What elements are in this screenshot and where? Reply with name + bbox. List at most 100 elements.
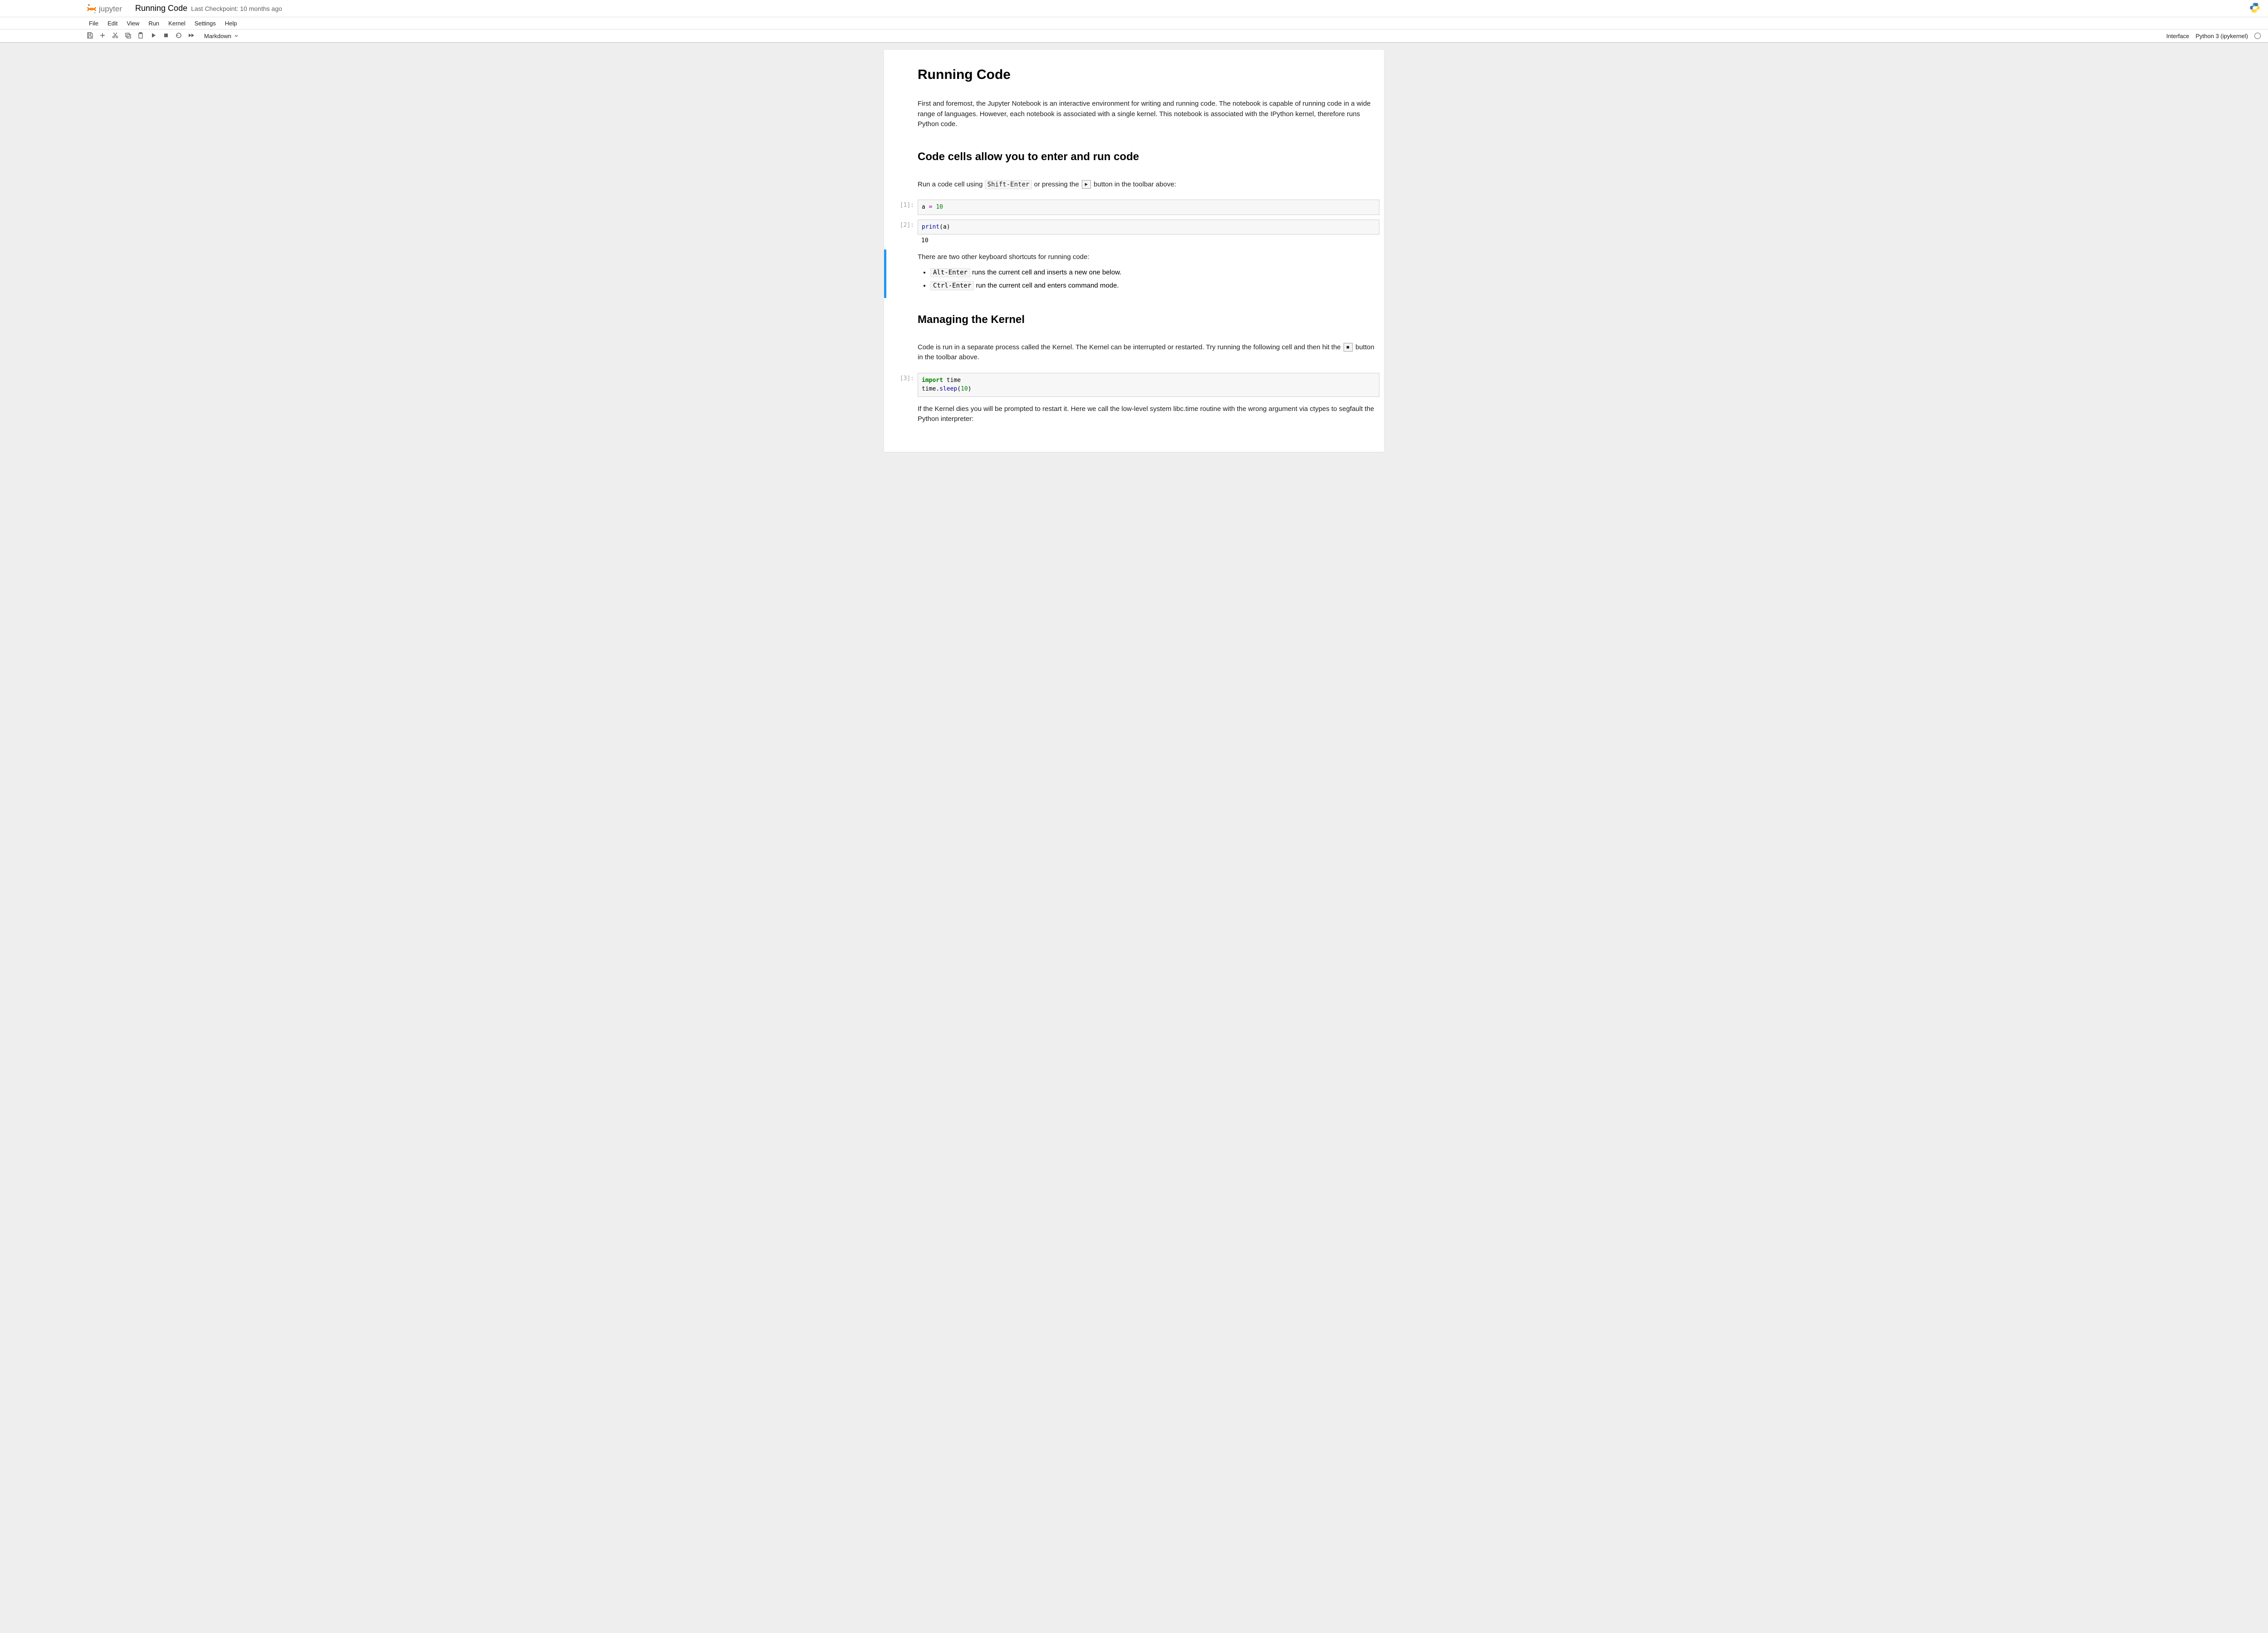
- cell-prompt: [889, 249, 918, 298]
- checkpoint-text: Last Checkpoint: 10 months ago: [191, 5, 282, 12]
- markdown-cell-active[interactable]: There are two other keyboard shortcuts f…: [889, 249, 1379, 299]
- text: run the current cell and enters command …: [974, 282, 1119, 289]
- text: runs the current cell and inserts a new …: [970, 269, 1122, 276]
- kbd-alt-enter: Alt-Enter: [930, 268, 970, 277]
- code-token: sleep: [939, 386, 957, 392]
- list-item: Alt-Enter runs the current cell and inse…: [930, 266, 1379, 279]
- menu-run[interactable]: Run: [144, 18, 164, 29]
- copy-icon: [124, 32, 132, 40]
- code-token: a: [922, 204, 929, 210]
- text: button in the toolbar above:: [1092, 181, 1176, 188]
- cell-prompt: [1]:: [889, 200, 918, 215]
- code-input[interactable]: import time time.sleep(10): [918, 373, 1379, 397]
- notebook-header: jupyter Running Code Last Checkpoint: 10…: [0, 0, 2268, 17]
- markdown-cell[interactable]: Managing the Kernel: [889, 302, 1379, 336]
- cell-type-label: Markdown: [204, 33, 231, 39]
- notebook: Running Code First and foremost, the Jup…: [884, 50, 1384, 452]
- code-token: print: [922, 224, 939, 230]
- code-cell[interactable]: [2]: print(a) 10: [889, 219, 1379, 246]
- shortcuts-intro: There are two other keyboard shortcuts f…: [918, 252, 1379, 263]
- menu-help[interactable]: Help: [220, 18, 242, 29]
- code-input[interactable]: a = 10: [918, 200, 1379, 215]
- cell-prompt: [889, 340, 918, 368]
- restart-run-all-button[interactable]: [186, 30, 197, 41]
- intro-paragraph: First and foremost, the Jupyter Notebook…: [918, 99, 1379, 130]
- add-cell-button[interactable]: [97, 30, 108, 41]
- markdown-cell[interactable]: Run a code cell using Shift-Enter or pre…: [889, 176, 1379, 196]
- copy-button[interactable]: [122, 30, 133, 41]
- cell-prompt: [889, 303, 918, 335]
- code-token: (: [957, 386, 961, 392]
- cell-prompt: [889, 140, 918, 172]
- cell-prompt: [889, 96, 918, 135]
- kernel-name[interactable]: Python 3 (ipykernel): [2195, 33, 2248, 39]
- run-instructions: Run a code cell using Shift-Enter or pre…: [918, 180, 1379, 190]
- menu-kernel[interactable]: Kernel: [164, 18, 190, 29]
- code-token: time.: [922, 386, 939, 392]
- menu-settings[interactable]: Settings: [190, 18, 220, 29]
- run-button[interactable]: [148, 30, 159, 41]
- interrupt-button[interactable]: [161, 30, 171, 41]
- markdown-cell[interactable]: Code is run in a separate process called…: [889, 339, 1379, 369]
- text: or pressing the: [1032, 181, 1081, 188]
- kernel-status-idle-icon: [2254, 33, 2261, 39]
- markdown-cell[interactable]: First and foremost, the Jupyter Notebook…: [889, 95, 1379, 136]
- paste-button[interactable]: [135, 30, 146, 41]
- kbd-ctrl-enter: Ctrl-Enter: [930, 281, 974, 290]
- menu-edit[interactable]: Edit: [103, 18, 122, 29]
- play-icon: [1082, 180, 1091, 189]
- fast-forward-icon: [188, 32, 195, 40]
- cell-prompt: [3]:: [889, 373, 918, 397]
- menu-file[interactable]: File: [84, 18, 103, 29]
- cell-prompt: [889, 177, 918, 196]
- text: Run a code cell using: [918, 181, 985, 188]
- shortcuts-list: Alt-Enter runs the current cell and inse…: [930, 266, 1379, 292]
- save-button[interactable]: [84, 30, 95, 41]
- markdown-cell[interactable]: If the Kernel dies you will be prompted …: [889, 401, 1379, 431]
- cell-type-select[interactable]: Markdown: [201, 32, 241, 40]
- stop-icon: [1344, 343, 1353, 352]
- code-token: ): [968, 386, 972, 392]
- heading-code-cells: Code cells allow you to enter and run co…: [918, 151, 1379, 163]
- kbd-shift-enter: Shift-Enter: [985, 180, 1032, 189]
- notebook-scroll-area[interactable]: Running Code First and foremost, the Jup…: [0, 43, 2268, 452]
- heading-running-code: Running Code: [918, 67, 1379, 83]
- chevron-down-icon: [231, 33, 239, 39]
- heading-managing-kernel: Managing the Kernel: [918, 313, 1379, 326]
- segfault-paragraph: If the Kernel dies you will be prompted …: [918, 404, 1379, 425]
- text: Code is run in a separate process called…: [918, 343, 1343, 351]
- code-input[interactable]: print(a): [918, 220, 1379, 235]
- menu-view[interactable]: View: [122, 18, 144, 29]
- jupyter-logo[interactable]: jupyter: [86, 3, 131, 14]
- code-token: time: [943, 377, 961, 384]
- menu-bar: File Edit View Run Kernel Settings Help: [0, 17, 2268, 29]
- save-icon: [86, 32, 93, 40]
- code-token: 10: [961, 386, 968, 392]
- restart-icon: [175, 32, 182, 40]
- code-cell[interactable]: [3]: import time time.sleep(10): [889, 372, 1379, 398]
- toolbar: Markdown Interface Python 3 (ipykernel): [0, 29, 2268, 43]
- cut-icon: [112, 32, 119, 40]
- markdown-cell[interactable]: Code cells allow you to enter and run co…: [889, 139, 1379, 173]
- code-token: 10: [936, 204, 943, 210]
- paste-icon: [137, 32, 144, 40]
- code-token: import: [922, 377, 943, 384]
- plus-icon: [99, 32, 106, 40]
- restart-button[interactable]: [173, 30, 184, 41]
- stop-icon: [162, 32, 170, 40]
- svg-text:jupyter: jupyter: [98, 5, 122, 13]
- markdown-cell[interactable]: Running Code: [889, 57, 1379, 93]
- cut-button[interactable]: [110, 30, 121, 41]
- cell-prompt: [2]:: [889, 220, 918, 245]
- play-icon: [150, 32, 157, 40]
- notebook-title[interactable]: Running Code: [135, 4, 187, 13]
- cell-prompt: [889, 401, 918, 430]
- python-logo-icon: [2249, 2, 2261, 15]
- code-cell[interactable]: [1]: a = 10: [889, 199, 1379, 216]
- cell-prompt: [889, 58, 918, 92]
- code-token: (a): [939, 224, 950, 230]
- list-item: Ctrl-Enter run the current cell and ente…: [930, 279, 1379, 292]
- kernel-explanation: Code is run in a separate process called…: [918, 342, 1379, 363]
- interface-label[interactable]: Interface: [2166, 33, 2190, 39]
- cell-output: 10: [918, 235, 1379, 245]
